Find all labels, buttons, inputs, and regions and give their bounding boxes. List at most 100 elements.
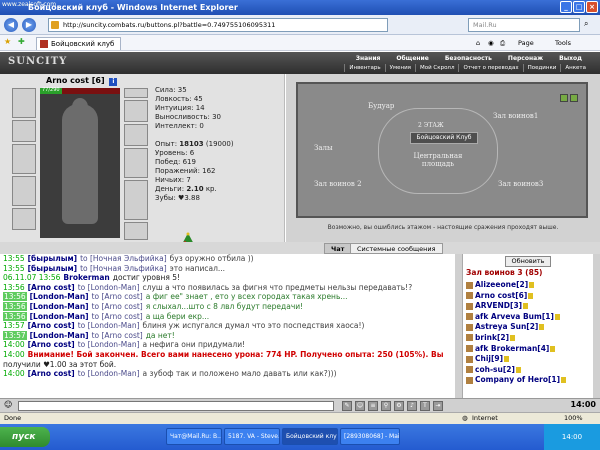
user-info-icon[interactable] [510, 334, 516, 341]
private-message-icon[interactable] [466, 302, 473, 310]
translit-icon[interactable]: T [420, 401, 430, 411]
chat-sender[interactable]: [Arno cost] [28, 321, 75, 330]
chat-sender[interactable]: Brokerman [63, 273, 109, 282]
chat-recipient[interactable]: to [Ночная Эльфийка] [80, 254, 167, 263]
close-button[interactable]: × [586, 1, 598, 13]
private-message-icon[interactable] [466, 355, 473, 363]
map-boudoir[interactable]: Будуар [368, 102, 394, 110]
user-list-item[interactable]: Chij[9] [466, 354, 566, 365]
map-hall-3[interactable]: Зал воинов3 [498, 180, 543, 188]
user-info-icon[interactable] [523, 303, 529, 310]
map-hall-2[interactable]: Зал воинов 2 [314, 180, 362, 188]
search-icon[interactable]: ⌕ [584, 19, 588, 29]
user-info-icon[interactable] [550, 345, 556, 352]
map-refresh-icon[interactable] [560, 94, 568, 102]
chat-timestamp[interactable]: 14:00 [3, 340, 25, 349]
chat-timestamp[interactable]: 14:00 [3, 369, 25, 378]
offhand-slot[interactable] [124, 148, 148, 178]
back-button[interactable]: ◀ [4, 18, 18, 32]
chat-timestamp[interactable]: 13:57 [3, 330, 27, 340]
chat-timestamp[interactable]: 13:55 [3, 264, 25, 273]
favorites-icon[interactable]: ★ [4, 37, 11, 46]
menu-communication[interactable]: Общение [388, 54, 436, 63]
map-info-icon[interactable] [570, 94, 578, 102]
chat-timestamp[interactable]: 13:56 [3, 283, 25, 292]
user-info-icon[interactable] [528, 292, 534, 299]
armor-slot[interactable] [12, 176, 36, 206]
refresh-button[interactable]: Обновить [505, 256, 551, 267]
settings-icon[interactable]: ⚙ [394, 401, 404, 411]
map-hall-1[interactable]: Зал воинов1 [493, 112, 538, 120]
private-message-icon[interactable] [466, 376, 473, 384]
home-icon[interactable]: ⌂ [476, 37, 480, 49]
taskbar-item-chat[interactable]: Чат@Mail.Ru: В... [166, 428, 222, 445]
taskbar-item-music[interactable]: 5187. VA - Steve... [224, 428, 280, 445]
submenu-inventory[interactable]: Инвентарь [344, 64, 384, 72]
users-scrollbar[interactable] [593, 254, 600, 398]
search-input[interactable]: Mail.Ru [468, 18, 580, 32]
user-name[interactable]: Arno cost[6] [475, 291, 527, 300]
url-input[interactable]: http://suncity.combats.ru/buttons.pl?bat… [48, 18, 388, 32]
user-info-icon[interactable] [504, 356, 510, 363]
user-name[interactable]: Astreya Sun[2] [475, 322, 538, 331]
private-message-icon[interactable] [466, 281, 473, 289]
chat-timestamp[interactable]: 13:56 [3, 292, 27, 302]
taskbar-item-mail[interactable]: [289308068] - Mail... [340, 428, 400, 445]
chat-recipient[interactable]: to [London-Man] [78, 369, 140, 378]
chat-timestamp[interactable]: 06.11.07 13:56 [3, 273, 60, 282]
private-message-icon[interactable] [466, 323, 473, 331]
chat-timestamp[interactable]: 14:00 [3, 350, 25, 359]
walk-icon[interactable]: ⚲ [381, 401, 391, 411]
user-name[interactable]: Chij[9] [475, 354, 503, 363]
person-icon[interactable]: ☺ [4, 400, 12, 409]
user-list-item[interactable]: Alizeeone[2] [466, 280, 566, 291]
chat-recipient[interactable]: to [Arno cost] [92, 331, 143, 340]
menu-exit[interactable]: Выход [551, 54, 590, 63]
submenu-profile[interactable]: Анкета [560, 64, 590, 72]
user-info-icon[interactable] [561, 377, 567, 384]
submenu-skills[interactable]: Умения [384, 64, 415, 72]
helmet-slot[interactable] [12, 88, 36, 118]
user-list-item[interactable]: Arno cost[6] [466, 291, 566, 302]
ring-slot-row[interactable] [124, 88, 148, 98]
belt-slot[interactable] [12, 208, 36, 230]
chat-timestamp[interactable]: 13:57 [3, 321, 25, 330]
chat-recipient[interactable]: to [Arno cost] [92, 292, 143, 301]
user-list-item[interactable]: brink[2] [466, 333, 566, 344]
weapon-slot[interactable] [12, 144, 36, 174]
exit-icon[interactable]: ⇥ [433, 401, 443, 411]
submenu-transfers[interactable]: Отчет о переводах [458, 64, 522, 72]
user-info-icon[interactable] [554, 313, 560, 320]
chat-sender[interactable]: [London-Man] [30, 302, 89, 311]
add-favorite-icon[interactable]: ✚ [18, 37, 25, 46]
user-info-icon[interactable] [539, 324, 545, 331]
user-list-item[interactable]: Astreya Sun[2] [466, 322, 566, 333]
chat-sender[interactable]: [Arno cost] [28, 340, 75, 349]
user-info-icon[interactable] [515, 366, 521, 373]
chat-recipient[interactable]: to [Ночная Эльфийка] [80, 264, 167, 273]
chat-sender[interactable]: [бырылым] [28, 254, 77, 263]
map-halls[interactable]: Залы [314, 144, 333, 152]
maximize-button[interactable]: □ [573, 1, 585, 13]
pants-slot[interactable] [124, 180, 148, 220]
private-message-icon[interactable] [466, 313, 473, 321]
user-name[interactable]: Company of Hero[1] [475, 375, 560, 384]
chat-timestamp[interactable]: 13:56 [3, 311, 27, 321]
user-list-item[interactable]: afk Brokerman[4] [466, 344, 566, 355]
clear-icon[interactable]: ✎ [342, 401, 352, 411]
tab-chat[interactable]: Чат [324, 243, 352, 254]
forward-button[interactable]: ▶ [22, 18, 36, 32]
user-name[interactable]: brink[2] [475, 333, 509, 342]
chat-sender[interactable]: [Arno cost] [28, 283, 75, 292]
map-central-square[interactable]: Центральная площадь [398, 152, 478, 168]
user-info-icon[interactable] [529, 282, 535, 288]
user-list-item[interactable]: afk Arveva Bum[1] [466, 312, 566, 323]
bracers-slot[interactable] [12, 120, 36, 142]
print-icon[interactable]: ⎙ [500, 37, 505, 49]
menu-knowledge[interactable]: Знания [348, 54, 389, 63]
private-message-icon[interactable] [466, 334, 473, 342]
chat-recipient[interactable]: to [Arno cost] [92, 302, 143, 311]
tab-system-messages[interactable]: Системные сообщения [350, 243, 443, 254]
submenu-fights[interactable]: Поединки [522, 64, 561, 72]
minimize-button[interactable]: _ [560, 1, 572, 13]
